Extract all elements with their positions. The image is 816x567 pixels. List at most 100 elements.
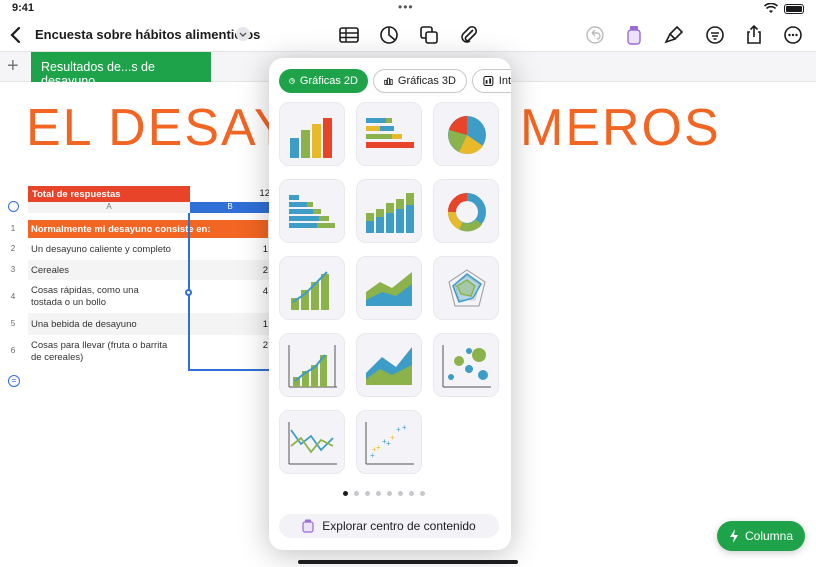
page-dot[interactable] bbox=[376, 491, 381, 496]
table-value[interactable]: 4 bbox=[240, 286, 268, 297]
multitask-dots[interactable]: ••• bbox=[398, 0, 414, 14]
stacked-column-chart-icon bbox=[366, 193, 414, 233]
page-dot[interactable] bbox=[409, 491, 414, 496]
svg-text:+: + bbox=[396, 425, 401, 434]
radar-chart-icon bbox=[448, 269, 486, 307]
donut-chart-icon bbox=[448, 193, 486, 232]
page-dot[interactable] bbox=[365, 491, 370, 496]
more-icon[interactable] bbox=[782, 24, 804, 46]
explore-content-hub-button[interactable]: Explorar centro de contenido bbox=[279, 514, 499, 538]
total-value[interactable]: 12 bbox=[240, 188, 270, 199]
chevron-down-icon[interactable] bbox=[236, 27, 250, 41]
selection-handle[interactable] bbox=[185, 289, 192, 296]
page-dot[interactable] bbox=[398, 491, 403, 496]
formula-handle[interactable]: = bbox=[8, 375, 20, 387]
total-label[interactable]: Total de respuestas bbox=[28, 186, 190, 202]
table-icon[interactable] bbox=[338, 24, 360, 46]
row-number[interactable]: 1 bbox=[6, 224, 20, 233]
axis-column-chart-icon bbox=[288, 345, 337, 388]
layered-area-chart-icon bbox=[366, 347, 412, 385]
back-chevron-icon[interactable] bbox=[8, 25, 24, 45]
page-dot[interactable] bbox=[387, 491, 392, 496]
chart-type-tabs: Gráficas 2D Gráficas 3D Int bbox=[279, 69, 511, 93]
stacked-bar-chart-icon bbox=[366, 118, 414, 148]
tab-label: Gráficas 2D bbox=[299, 75, 358, 87]
chart-tile-stacked-horizontal[interactable] bbox=[279, 179, 345, 243]
chart-tile-axis-column[interactable] bbox=[279, 333, 345, 397]
shapes-icon[interactable] bbox=[418, 24, 440, 46]
column-chart-button[interactable]: Columna bbox=[717, 521, 805, 551]
wifi-icon bbox=[764, 3, 778, 13]
battery-icon bbox=[784, 3, 804, 14]
chart-tile-donut[interactable] bbox=[433, 179, 499, 243]
content-library-icon[interactable] bbox=[623, 24, 645, 46]
chart-tile-radar[interactable] bbox=[433, 256, 499, 320]
line-chart-icon bbox=[288, 422, 337, 465]
undo-icon[interactable] bbox=[584, 24, 606, 46]
table-header-row[interactable]: Normalmente mi desayuno consiste en: bbox=[28, 220, 268, 238]
chart-picker-popover: Gráficas 2D Gráficas 3D Int + + + + + + … bbox=[269, 58, 511, 550]
row-number[interactable]: 6 bbox=[6, 346, 20, 355]
table-value[interactable]: 1 bbox=[240, 319, 268, 330]
status-time: 9:41 bbox=[12, 2, 35, 14]
explore-label: Explorar centro de contenido bbox=[322, 519, 476, 533]
page-dot[interactable] bbox=[354, 491, 359, 496]
table-cell[interactable]: Cosas para llevar (fruta o barrita de ce… bbox=[28, 338, 173, 366]
column-chart-icon bbox=[290, 118, 332, 158]
chart-tile-line[interactable] bbox=[279, 410, 345, 474]
page-indicator[interactable] bbox=[343, 491, 425, 496]
chart-tile-layered-area[interactable] bbox=[356, 333, 422, 397]
tab-2d-charts[interactable]: Gráficas 2D bbox=[279, 69, 368, 93]
table-cell[interactable]: Un desayuno caliente y completo bbox=[28, 242, 188, 258]
table-cell[interactable]: Una bebida de desayuno bbox=[28, 317, 188, 333]
table-handle[interactable] bbox=[8, 201, 19, 212]
paperclip-icon[interactable] bbox=[458, 24, 480, 46]
chart-tile-stacked-column[interactable] bbox=[356, 179, 422, 243]
row-number[interactable]: 4 bbox=[6, 292, 20, 301]
sheet-tab-active[interactable]: Resultados de...s de desayuno bbox=[31, 52, 211, 88]
add-sheet-button[interactable]: + bbox=[7, 56, 19, 76]
chart-tile-scatter[interactable]: + + + + + + + + bbox=[356, 410, 422, 474]
row-number[interactable]: 2 bbox=[6, 244, 20, 253]
page-dot[interactable] bbox=[343, 491, 348, 496]
svg-text:+: + bbox=[386, 439, 391, 448]
interactive-chart-icon bbox=[483, 75, 494, 87]
share-icon[interactable] bbox=[743, 24, 765, 46]
tab-label: Gráficas 3D bbox=[397, 75, 456, 87]
selection-border bbox=[188, 369, 270, 371]
format-brush-icon[interactable] bbox=[663, 24, 685, 46]
status-indicators bbox=[764, 3, 804, 14]
scatter-chart-icon: +++ ++ +++ bbox=[365, 422, 414, 465]
svg-text:+: + bbox=[376, 443, 381, 452]
sheet-title-right: MEROS bbox=[520, 99, 721, 157]
pie-chart-icon bbox=[448, 116, 486, 155]
tab-interactive-charts[interactable]: Int bbox=[472, 69, 511, 93]
chart-tile-bubble[interactable] bbox=[433, 333, 499, 397]
table-value[interactable]: 2 bbox=[240, 265, 268, 276]
document-title[interactable]: Encuesta sobre hábitos alimenticios bbox=[35, 27, 260, 42]
tab-3d-charts[interactable]: Gráficas 3D bbox=[373, 69, 467, 93]
table-cell[interactable]: Cosas rápidas, como una tostada o un bol… bbox=[28, 283, 173, 311]
chart-tile-column[interactable] bbox=[279, 102, 345, 166]
status-bar: 9:41 ••• bbox=[0, 0, 816, 18]
tab-label: Int bbox=[498, 75, 511, 87]
chart-tile-column-line[interactable] bbox=[279, 256, 345, 320]
column-line-chart-icon bbox=[291, 271, 329, 310]
table-cell[interactable]: Cereales bbox=[28, 263, 188, 279]
home-indicator bbox=[298, 560, 518, 564]
column-header-b[interactable]: B bbox=[190, 202, 270, 213]
page-dot[interactable] bbox=[420, 491, 425, 496]
organize-icon[interactable] bbox=[704, 24, 726, 46]
chart-tile-stacked-bar[interactable] bbox=[356, 102, 422, 166]
toolbar: Encuesta sobre hábitos alimenticios bbox=[0, 18, 816, 52]
chart-tile-area[interactable] bbox=[356, 256, 422, 320]
row-number[interactable]: 3 bbox=[6, 265, 20, 274]
column-header-a[interactable]: A bbox=[28, 202, 190, 213]
chart-icon[interactable] bbox=[378, 24, 400, 46]
chart-tile-pie[interactable] bbox=[433, 102, 499, 166]
table-value[interactable]: 2 bbox=[240, 340, 268, 351]
fab-label: Columna bbox=[744, 529, 794, 543]
table-value[interactable]: 1 bbox=[240, 244, 268, 255]
row-number[interactable]: 5 bbox=[6, 319, 20, 328]
stacked-horizontal-chart-icon bbox=[289, 195, 335, 228]
